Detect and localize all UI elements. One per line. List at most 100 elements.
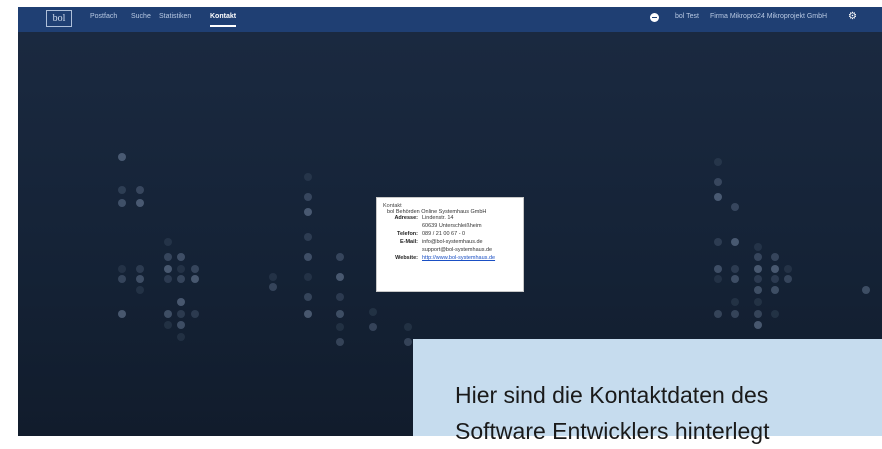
- email-label: E-Mail:: [399, 239, 418, 245]
- decorative-dot: [304, 233, 312, 241]
- decorative-dot: [771, 253, 779, 261]
- decorative-dot: [304, 208, 312, 216]
- email-row-2: support@bol-systemhaus.de: [383, 247, 517, 255]
- decorative-dot: [269, 283, 277, 291]
- nav-statistiken[interactable]: Statistiken: [159, 13, 191, 20]
- decorative-dot: [304, 310, 312, 318]
- callout-text: Hier sind die Kontaktdaten des Software …: [455, 377, 769, 449]
- globe-icon[interactable]: [650, 13, 659, 22]
- website-label: Website:: [395, 255, 418, 261]
- phone-row: Telefon: 089 / 21 00 67 - 0: [383, 231, 517, 239]
- phone-label: Telefon:: [397, 231, 418, 237]
- decorative-dot: [369, 323, 377, 331]
- phone-value: 089 / 21 00 67 - 0: [422, 231, 466, 237]
- address-row-2: 60639 Unterschleißheim: [383, 223, 517, 231]
- decorative-dot: [714, 193, 722, 201]
- callout-line-1: Hier sind die Kontaktdaten des: [455, 382, 769, 408]
- decorative-dot: [304, 173, 312, 181]
- decorative-dot: [136, 286, 144, 294]
- decorative-dot: [118, 310, 126, 318]
- decorative-dot: [118, 186, 126, 194]
- nav-kontakt-label: Kontakt: [210, 13, 237, 20]
- decorative-dot: [304, 293, 312, 301]
- decorative-dot: [304, 253, 312, 261]
- decorative-dot: [177, 265, 185, 273]
- decorative-dot: [731, 310, 739, 318]
- decorative-dot: [336, 253, 344, 261]
- decorative-dot: [862, 286, 870, 294]
- decorative-dot: [404, 338, 412, 346]
- user-name[interactable]: bol Test: [675, 13, 699, 20]
- decorative-dot: [714, 275, 722, 283]
- decorative-dot: [336, 338, 344, 346]
- top-navbar: bol Postfach Suche Statistiken Kontakt b…: [18, 7, 882, 32]
- decorative-dot: [784, 265, 792, 273]
- decorative-dot: [336, 293, 344, 301]
- decorative-dot: [731, 265, 739, 273]
- decorative-dot: [177, 321, 185, 329]
- decorative-dot: [136, 275, 144, 283]
- decorative-dot: [714, 265, 722, 273]
- decorative-dot: [136, 186, 144, 194]
- decorative-dot: [731, 298, 739, 306]
- decorative-dot: [269, 273, 277, 281]
- decorative-dot: [404, 323, 412, 331]
- decorative-dot: [164, 275, 172, 283]
- decorative-dot: [714, 158, 722, 166]
- decorative-dot: [118, 275, 126, 283]
- decorative-dot: [177, 333, 185, 341]
- callout-line-2: Software Entwicklers hinterlegt: [455, 418, 770, 444]
- address-row: Adresse: Lindenstr. 14: [383, 215, 517, 223]
- decorative-dot: [714, 310, 722, 318]
- decorative-dot: [754, 265, 762, 273]
- address-line-2: 60639 Unterschleißheim: [422, 223, 482, 229]
- decorative-dot: [754, 253, 762, 261]
- decorative-dot: [304, 273, 312, 281]
- decorative-dot: [336, 323, 344, 331]
- decorative-dot: [177, 275, 185, 283]
- nav-kontakt[interactable]: Kontakt: [210, 13, 237, 27]
- decorative-dot: [136, 265, 144, 273]
- decorative-dot: [118, 265, 126, 273]
- decorative-dot: [754, 310, 762, 318]
- bol-logo[interactable]: bol: [46, 10, 72, 27]
- active-tab-indicator: [210, 25, 237, 27]
- decorative-dot: [191, 275, 199, 283]
- email-row: E-Mail: info@bol-systemhaus.de: [383, 239, 517, 247]
- decorative-dot: [304, 193, 312, 201]
- tutorial-callout: Hier sind die Kontaktdaten des Software …: [413, 339, 882, 444]
- email-support: support@bol-systemhaus.de: [422, 247, 493, 253]
- decorative-dot: [191, 310, 199, 318]
- website-link[interactable]: http://www.bol-systemhaus.de: [422, 255, 495, 261]
- decorative-dot: [177, 310, 185, 318]
- decorative-dot: [336, 273, 344, 281]
- decorative-dot: [771, 286, 779, 294]
- decorative-dot: [164, 265, 172, 273]
- decorative-dot: [771, 310, 779, 318]
- decorative-dot: [164, 253, 172, 261]
- decorative-dot: [784, 275, 792, 283]
- address-label: Adresse:: [394, 215, 418, 221]
- decorative-dot: [136, 199, 144, 207]
- decorative-dot: [754, 321, 762, 329]
- contact-card: Kontakt bol Behörden Online Systemhaus G…: [376, 197, 524, 292]
- decorative-dot: [177, 253, 185, 261]
- decorative-dot: [164, 238, 172, 246]
- decorative-dot: [714, 238, 722, 246]
- nav-suche[interactable]: Suche: [131, 13, 151, 20]
- gear-icon[interactable]: ⚙: [848, 12, 857, 22]
- decorative-dot: [771, 275, 779, 283]
- decorative-dot: [336, 310, 344, 318]
- decorative-dot: [731, 238, 739, 246]
- decorative-dot: [754, 243, 762, 251]
- nav-postfach[interactable]: Postfach: [90, 13, 117, 20]
- email-info: info@bol-systemhaus.de: [422, 239, 483, 245]
- address-line-1: Lindenstr. 14: [422, 215, 454, 221]
- decorative-dot: [164, 321, 172, 329]
- decorative-dot: [731, 275, 739, 283]
- company-name[interactable]: Firma Mikropro24 Mikroprojekt GmbH: [710, 13, 827, 20]
- decorative-dot: [754, 275, 762, 283]
- decorative-dot: [771, 265, 779, 273]
- decorative-dot: [754, 286, 762, 294]
- decorative-dot: [731, 203, 739, 211]
